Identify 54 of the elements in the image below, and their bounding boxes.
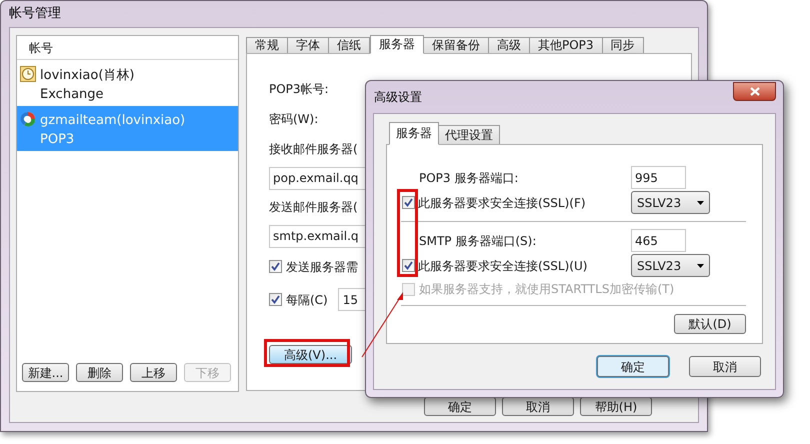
dialog-button[interactable]: 取消 [689,356,761,377]
account-type: Exchange [40,86,105,104]
account-name: gzmailteam(lovinxiao) [40,112,186,130]
advanced-button[interactable]: 高级(V)... [269,345,352,364]
dialog-button[interactable]: 帮助(H) [580,397,652,416]
port-field[interactable]: 995 [631,166,686,189]
port-field[interactable]: 465 [631,229,686,252]
field-label: POP3帐号: [269,81,329,98]
account-type: POP3 [40,131,76,149]
tab[interactable]: 字体 [287,37,329,54]
list-button[interactable]: 新建... [22,363,69,382]
window-title: 帐号管理 [9,5,61,24]
field-label: POP3 服务器端口: [418,170,518,186]
column-header: 帐号 [17,36,238,60]
tab[interactable]: 高级 [488,37,530,54]
dialog-button[interactable]: 确定 [424,397,496,416]
checkbox[interactable] [269,260,282,273]
checkbox-label: 此服务器要求安全连接(SSL)(U) [418,258,588,274]
checkbox[interactable] [402,196,415,209]
tab[interactable]: 信纸 [328,37,370,54]
account-item[interactable]: lovinxiao(肖林) Exchange [17,61,238,106]
checkbox-label: 此服务器要求安全连接(SSL)(F) [418,194,586,212]
caret-icon [697,200,704,204]
checkbox[interactable] [269,293,282,306]
clock-icon [20,66,36,82]
checkbox[interactable] [402,259,415,272]
version-dropdown[interactable]: SSLV23 [631,254,710,277]
tab[interactable]: 服务器 [389,122,439,145]
dialog-title: 高级设置 [373,89,422,106]
tab[interactable]: 其他POP3 [529,37,603,54]
checkbox-label: 发送服务器需 [286,258,358,276]
list-button[interactable]: 删除 [76,363,123,382]
tab[interactable]: 服务器 [370,35,424,54]
field-label: 接收邮件服务器( [269,141,358,158]
caret-icon [697,264,704,268]
dialog-button[interactable]: 确定 [597,356,669,377]
field-label: SMTP 服务器端口(S): [418,232,536,250]
dialog-button[interactable]: 取消 [502,397,574,416]
tab[interactable]: 保留备份 [423,37,489,54]
close-button[interactable] [733,82,776,100]
ring-icon [20,111,36,127]
checkbox-label: 如果服务器支持，就使用STARTTLS加密传输(T) [419,281,674,298]
close-icon [750,86,760,96]
tab[interactable]: 常规 [246,37,288,54]
field-label: 密码(W): [269,111,318,128]
tab[interactable]: 代理设置 [438,125,500,145]
account-name: lovinxiao(肖林) [40,67,134,85]
pointer-arrow [362,292,403,358]
default-button[interactable]: 默认(D) [674,314,746,334]
field-label: 发送邮件服务器( [269,199,358,216]
list-button[interactable]: 上移 [130,363,177,382]
version-dropdown[interactable]: SSLV23 [631,191,710,214]
checkbox-label: 每隔(C) [286,292,328,308]
tab[interactable]: 同步 [602,37,644,54]
